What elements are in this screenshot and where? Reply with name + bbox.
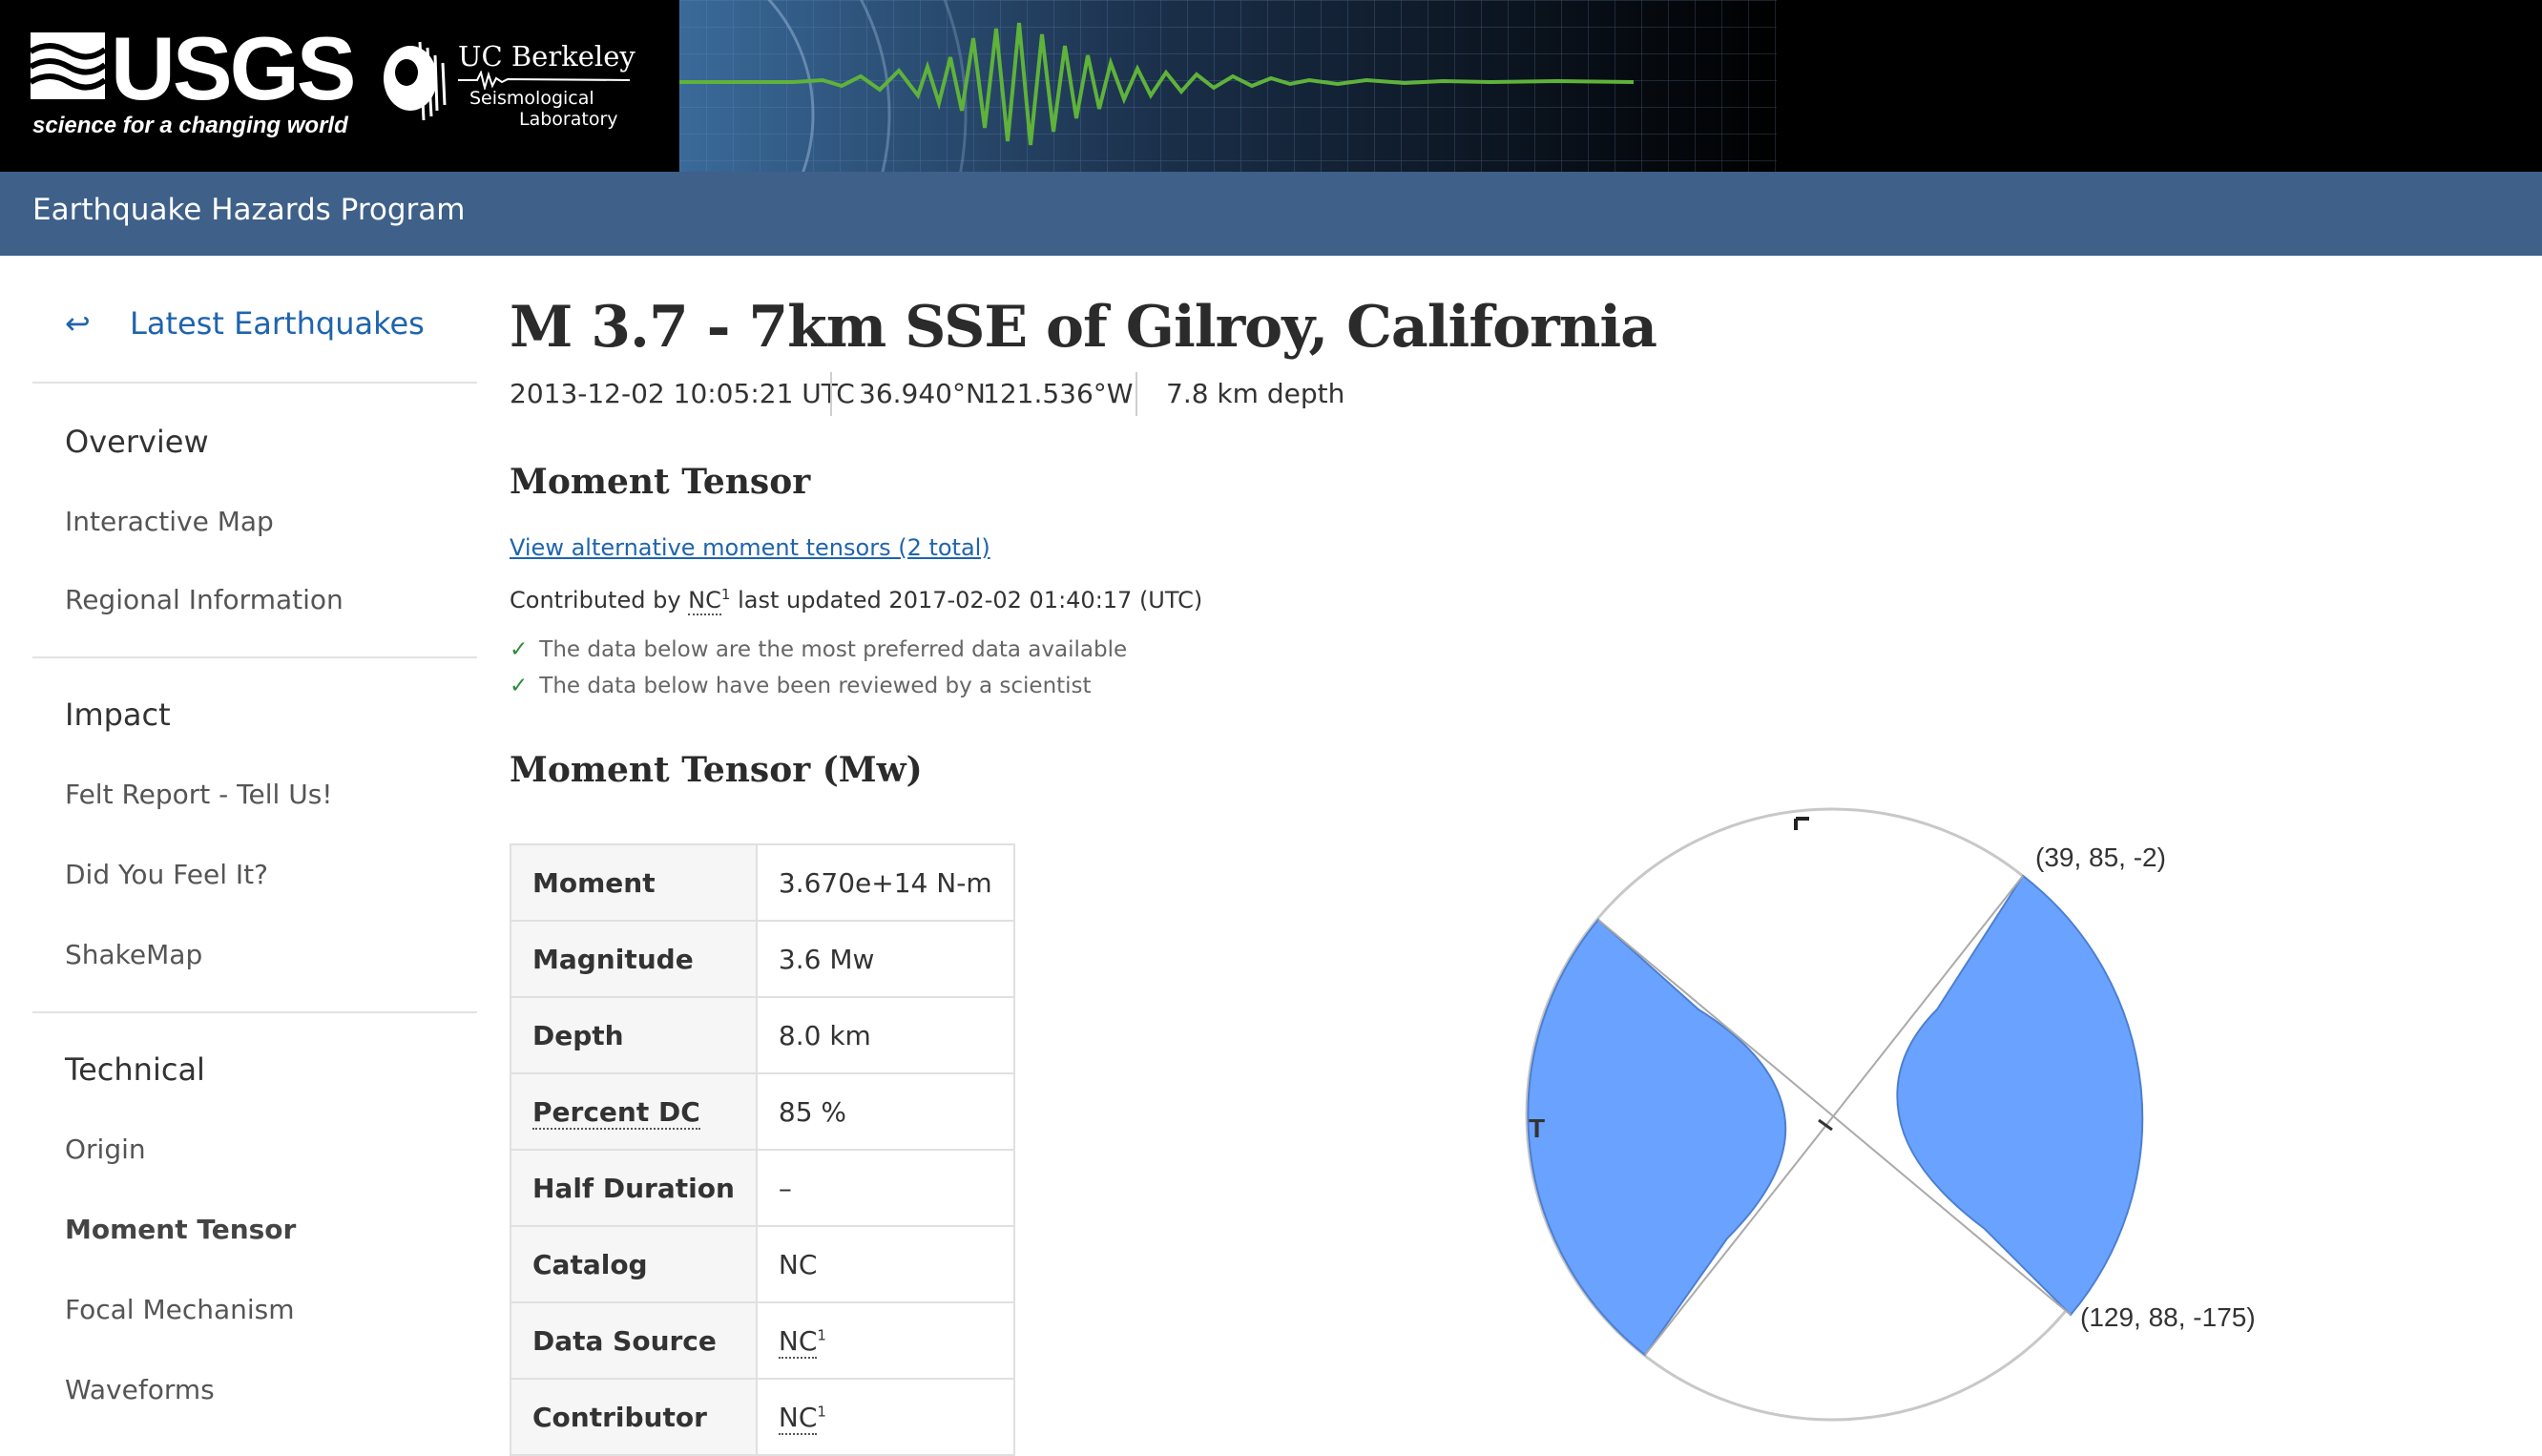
row-value: NC1 bbox=[755, 1378, 1015, 1456]
sidebar-item-shakemap[interactable]: ShakeMap bbox=[65, 939, 202, 970]
berkeley-title: UC Berkeley bbox=[458, 40, 636, 73]
section-title-moment-tensor: Moment Tensor bbox=[510, 462, 811, 502]
row-value: NC bbox=[755, 1225, 1015, 1303]
table-row: Percent DC 85 % bbox=[510, 1072, 1015, 1151]
row-value: – bbox=[755, 1149, 1015, 1227]
row-value: 3.6 Mw bbox=[755, 920, 1015, 998]
sidebar-item-interactive-map[interactable]: Interactive Map bbox=[65, 506, 274, 537]
table-row: Moment 3.670e+14 N-m bbox=[510, 843, 1015, 922]
alternative-tensors-link[interactable]: View alternative moment tensors (2 total… bbox=[510, 534, 990, 561]
reviewed-check: ✓ The data below have been reviewed by a … bbox=[510, 674, 1092, 698]
contrib-footnote[interactable]: 1 bbox=[721, 586, 731, 603]
berkeley-subtitle-1: Seismological bbox=[469, 88, 594, 109]
sidebar-item-origin[interactable]: Origin bbox=[65, 1134, 146, 1165]
berkeley-logo[interactable]: UC Berkeley Seismological Laboratory bbox=[378, 29, 645, 141]
table-row: Contributor NC1 bbox=[510, 1378, 1015, 1456]
berkeley-subtitle-2: Laboratory bbox=[519, 109, 618, 130]
sidebar-item-focal-mechanism[interactable]: Focal Mechanism bbox=[65, 1294, 295, 1325]
moment-tensor-beachball: T (39, 85, -2) (129, 88, -175) bbox=[1525, 807, 2256, 1422]
contrib-network[interactable]: NC bbox=[688, 587, 721, 615]
table-row: Half Duration – bbox=[510, 1149, 1015, 1227]
sidebar-heading-technical[interactable]: Technical bbox=[65, 1051, 205, 1088]
sidebar-item-felt-report[interactable]: Felt Report - Tell Us! bbox=[65, 779, 333, 810]
row-key: Catalog bbox=[510, 1225, 758, 1303]
row-value: NC1 bbox=[755, 1301, 1015, 1380]
footnote-ref[interactable]: 1 bbox=[817, 1326, 826, 1343]
check-text: The data below have been reviewed by a s… bbox=[539, 674, 1092, 698]
table-row: Depth 8.0 km bbox=[510, 996, 1015, 1074]
data-source-network[interactable]: NC bbox=[778, 1324, 818, 1359]
table-row: Magnitude 3.6 Mw bbox=[510, 920, 1015, 998]
row-key: Contributor bbox=[510, 1378, 758, 1456]
contrib-suffix: last updated 2017-02-02 01:40:17 (UTC) bbox=[738, 587, 1203, 614]
sidebar-divider bbox=[32, 1011, 477, 1013]
meta-divider bbox=[830, 372, 832, 416]
sidebar-item-did-you-feel-it[interactable]: Did You Feel It? bbox=[65, 859, 268, 890]
sidebar-item-moment-tensor[interactable]: Moment Tensor bbox=[65, 1214, 296, 1245]
row-key: Moment bbox=[510, 843, 758, 922]
percent-dc-label[interactable]: Percent DC bbox=[532, 1095, 700, 1130]
usgs-wordmark: USGS bbox=[111, 18, 356, 118]
bear-seismogram-icon bbox=[384, 41, 447, 121]
row-key: Percent DC bbox=[510, 1072, 758, 1151]
sidebar-item-regional-information[interactable]: Regional Information bbox=[65, 584, 344, 615]
sidebar-heading-overview[interactable]: Overview bbox=[65, 424, 209, 460]
footnote-ref[interactable]: 1 bbox=[817, 1403, 826, 1420]
event-time: 2013-12-02 10:05:21 UTC bbox=[510, 378, 855, 409]
event-latitude: 36.940°N bbox=[859, 378, 986, 409]
row-key: Magnitude bbox=[510, 920, 758, 998]
check-text: The data below are the most preferred da… bbox=[539, 637, 1128, 662]
row-key: Half Duration bbox=[510, 1149, 758, 1227]
sidebar-divider bbox=[32, 382, 477, 384]
usgs-logo[interactable]: USGS science for a changing world bbox=[31, 21, 356, 143]
table-row: Catalog NC bbox=[510, 1225, 1015, 1303]
row-value: 8.0 km bbox=[755, 996, 1015, 1074]
row-key: Data Source bbox=[510, 1301, 758, 1380]
table-row: Data Source NC1 bbox=[510, 1301, 1015, 1380]
seismogram-line-icon bbox=[458, 71, 630, 90]
nodal-plane-2-label: (129, 88, -175) bbox=[2080, 1302, 2256, 1332]
event-title: M 3.7 - 7km SSE of Gilroy, California bbox=[510, 294, 1657, 361]
nodal-plane-1-label: (39, 85, -2) bbox=[2035, 842, 2166, 872]
sidebar-heading-impact[interactable]: Impact bbox=[65, 697, 171, 733]
contributor-network[interactable]: NC bbox=[778, 1401, 818, 1435]
row-key: Depth bbox=[510, 996, 758, 1074]
program-bar: Earthquake Hazards Program bbox=[0, 172, 2542, 256]
sidebar-item-waveforms[interactable]: Waveforms bbox=[65, 1374, 215, 1405]
usgs-tagline: science for a changing world bbox=[32, 113, 348, 138]
usgs-wave-mark-icon bbox=[31, 32, 105, 99]
section-title-moment-tensor-mw: Moment Tensor (Mw) bbox=[510, 750, 923, 790]
contributed-by-line: Contributed by NC1 last updated 2017-02-… bbox=[510, 586, 1203, 615]
program-title[interactable]: Earthquake Hazards Program bbox=[32, 193, 465, 227]
check-icon: ✓ bbox=[510, 674, 529, 698]
back-link-label: Latest Earthquakes bbox=[130, 305, 425, 342]
meta-divider bbox=[1136, 372, 1137, 416]
contrib-prefix: Contributed by bbox=[510, 587, 681, 614]
seismogram-banner-image bbox=[679, 0, 1777, 172]
event-depth: 7.8 km depth bbox=[1166, 378, 1345, 409]
preferred-check: ✓ The data below are the most preferred d… bbox=[510, 637, 1127, 662]
moment-tensor-table: Moment 3.670e+14 N-m Magnitude 3.6 Mw De… bbox=[510, 843, 1015, 1456]
row-value: 85 % bbox=[755, 1072, 1015, 1151]
sidebar-divider bbox=[32, 656, 477, 658]
t-axis-label: T bbox=[1529, 1113, 1545, 1143]
return-arrow-icon: ↩ bbox=[65, 305, 91, 342]
row-value: 3.670e+14 N-m bbox=[755, 843, 1015, 922]
event-longitude: 121.536°W bbox=[983, 378, 1134, 409]
check-icon: ✓ bbox=[510, 637, 529, 662]
site-header: USGS science for a changing world UC Ber… bbox=[0, 0, 2542, 172]
